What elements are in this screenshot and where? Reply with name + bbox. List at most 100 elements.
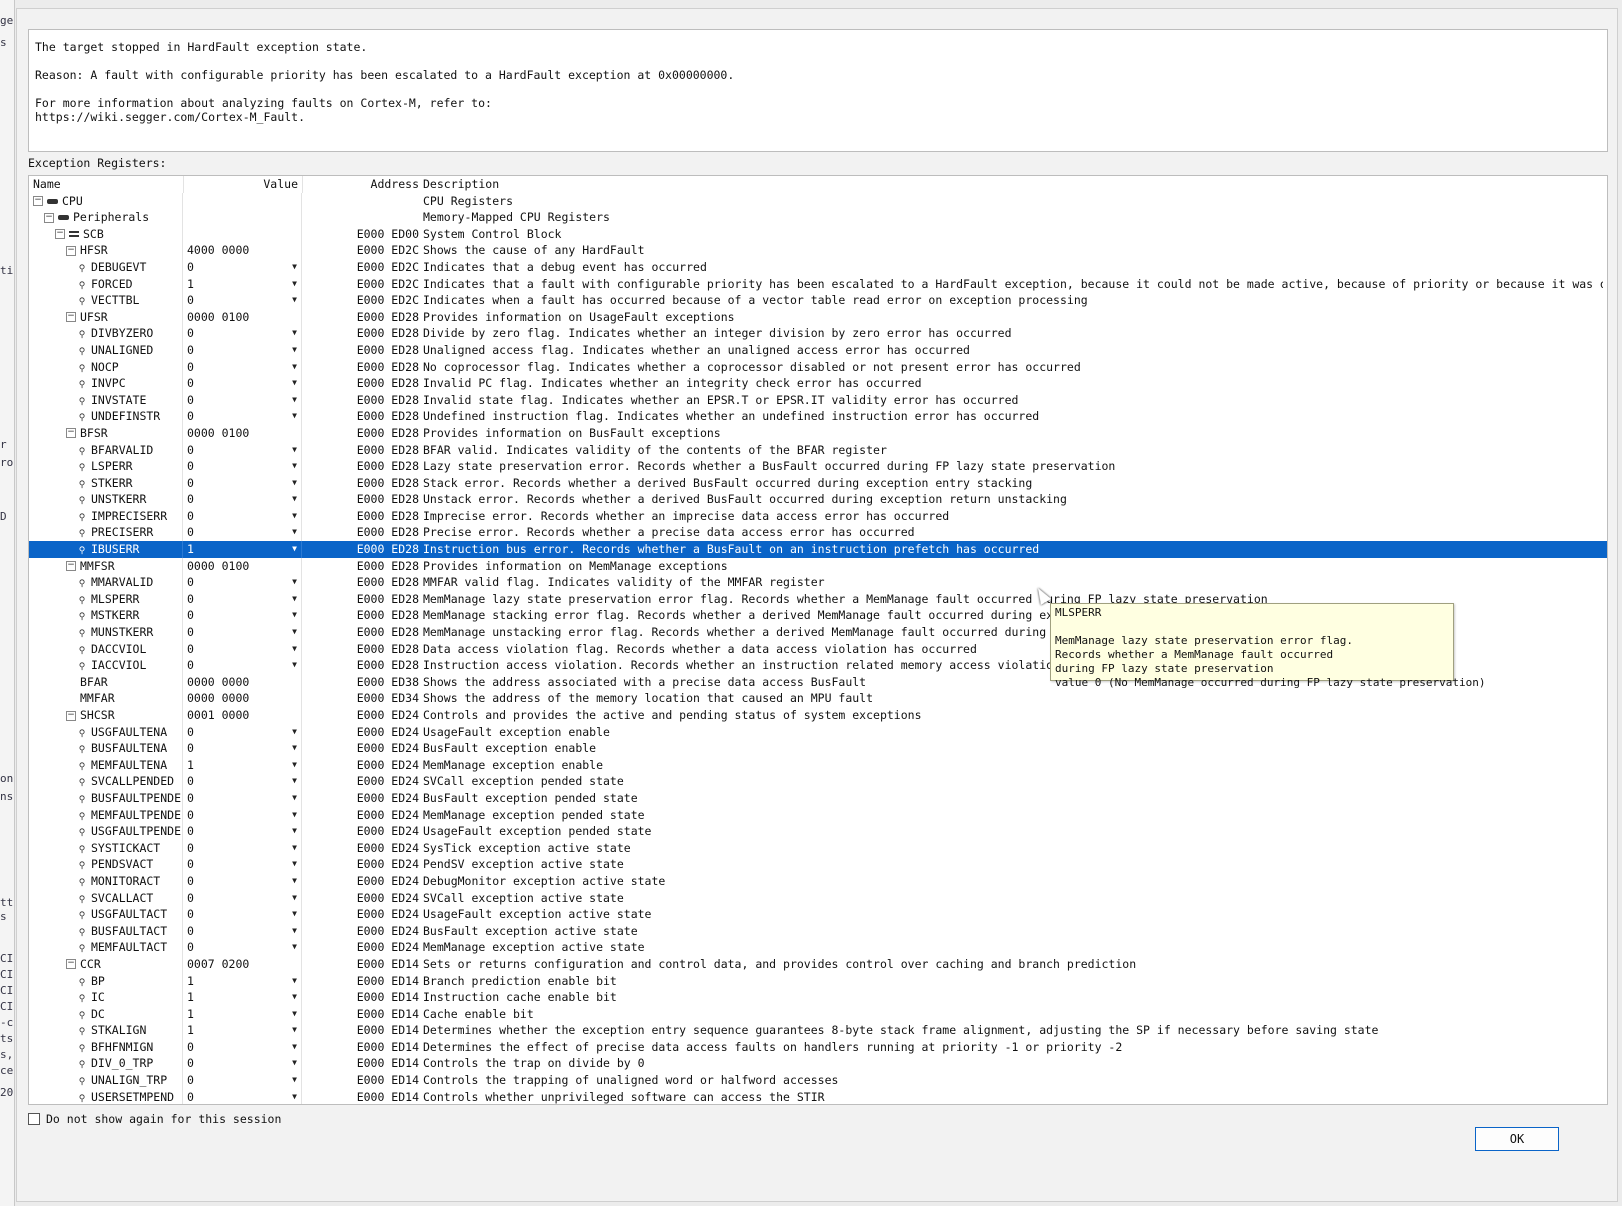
table-row[interactable]: ⚲ MEMFAULTENA 1 ▼ E000 ED24 MemManage excepti… bbox=[29, 756, 1607, 774]
collapse-toggle-icon[interactable]: − bbox=[55, 229, 65, 240]
cell-value[interactable]: 0 ▼ bbox=[184, 823, 302, 840]
cell-value[interactable]: 1 ▼ bbox=[184, 756, 302, 774]
dropdown-arrow-icon[interactable]: ▼ bbox=[292, 641, 297, 658]
table-row[interactable]: ⚲ PRECISERR 0 ▼ E000 ED28 Precise error. Reco… bbox=[29, 524, 1607, 542]
column-header-description[interactable]: Description bbox=[423, 176, 1603, 193]
cell-value[interactable]: 0 ▼ bbox=[184, 375, 302, 392]
dropdown-arrow-icon[interactable]: ▼ bbox=[292, 657, 297, 674]
dropdown-arrow-icon[interactable]: ▼ bbox=[292, 607, 297, 624]
cell-value[interactable]: 0 ▼ bbox=[184, 723, 302, 741]
cell-value[interactable]: 0 ▼ bbox=[184, 839, 302, 857]
dropdown-arrow-icon[interactable]: ▼ bbox=[292, 458, 297, 475]
dropdown-arrow-icon[interactable]: ▼ bbox=[292, 873, 297, 890]
dropdown-arrow-icon[interactable]: ▼ bbox=[292, 973, 297, 990]
table-row[interactable]: ⚲ SYSTICKACT 0 ▼ E000 ED24 SysTick exception … bbox=[29, 839, 1607, 857]
dropdown-arrow-icon[interactable]: ▼ bbox=[292, 740, 297, 757]
table-row[interactable]: ⚲ USGFAULTPENDE 0 ▼ E000 ED24 UsageFault exce… bbox=[29, 823, 1607, 840]
dropdown-arrow-icon[interactable]: ▼ bbox=[292, 1006, 297, 1023]
table-row[interactable]: ⚲ BUSFAULTPENDE 0 ▼ E000 ED24 BusFault except… bbox=[29, 789, 1607, 807]
dropdown-arrow-icon[interactable]: ▼ bbox=[292, 524, 297, 541]
collapse-toggle-icon[interactable]: − bbox=[66, 710, 76, 721]
dropdown-arrow-icon[interactable]: ▼ bbox=[292, 840, 297, 857]
dropdown-arrow-icon[interactable]: ▼ bbox=[292, 1089, 297, 1104]
table-row[interactable]: ⚲ DIV_0_TRP 0 ▼ E000 ED14 Controls the trap o… bbox=[29, 1055, 1607, 1073]
table-row[interactable]: ⚲ INVPC 0 ▼ E000 ED28 Invalid PC flag. Indica… bbox=[29, 375, 1607, 392]
cell-value[interactable]: 0 ▼ bbox=[184, 789, 302, 807]
dropdown-arrow-icon[interactable]: ▼ bbox=[292, 292, 297, 309]
column-header-value[interactable]: Value bbox=[184, 176, 303, 193]
cell-value[interactable]: 0 ▼ bbox=[184, 740, 302, 757]
table-row[interactable]: ⚲ UNALIGNED 0 ▼ E000 ED28 Unaligned access fl… bbox=[29, 341, 1607, 359]
do-not-show-again-option[interactable]: Do not show again for this session bbox=[28, 1112, 281, 1126]
table-row[interactable]: ⚲ BUSFAULTACT 0 ▼ E000 ED24 BusFault exceptio… bbox=[29, 922, 1607, 940]
table-row[interactable]: ⚲ IBUSERR 1 ▼ E000 ED28 Instruction bus error… bbox=[29, 541, 1607, 558]
cell-value[interactable]: 0 ▼ bbox=[184, 458, 302, 475]
table-row[interactable]: ⚲ MONITORACT 0 ▼ E000 ED24 DebugMonitor excep… bbox=[29, 872, 1607, 890]
table-row[interactable]: − MMFSR 0000 0100 E000 ED28 Provides informa… bbox=[29, 557, 1607, 575]
collapse-toggle-icon[interactable]: − bbox=[33, 196, 43, 207]
cell-value[interactable]: 0 ▼ bbox=[184, 325, 302, 342]
dropdown-arrow-icon[interactable]: ▼ bbox=[292, 342, 297, 359]
dropdown-arrow-icon[interactable]: ▼ bbox=[292, 276, 297, 293]
cell-value[interactable]: 1 ▼ bbox=[184, 275, 302, 293]
table-row[interactable]: ⚲ IMPRECISERR 0 ▼ E000 ED28 Imprecise error. … bbox=[29, 507, 1607, 525]
cell-value[interactable]: 0 ▼ bbox=[184, 507, 302, 525]
cell-value[interactable]: 0 ▼ bbox=[184, 939, 302, 956]
dropdown-arrow-icon[interactable]: ▼ bbox=[292, 906, 297, 923]
cell-value[interactable]: 0 ▼ bbox=[184, 657, 302, 674]
table-row[interactable]: ⚲ USGFAULTENA 0 ▼ E000 ED24 UsageFault except… bbox=[29, 723, 1607, 741]
dropdown-arrow-icon[interactable]: ▼ bbox=[292, 823, 297, 840]
cell-value[interactable]: 0 ▼ bbox=[184, 607, 302, 625]
cell-value[interactable]: 0 ▼ bbox=[184, 574, 302, 591]
cell-value[interactable]: 0 ▼ bbox=[184, 474, 302, 492]
collapse-toggle-icon[interactable]: − bbox=[66, 428, 76, 439]
table-row[interactable]: ⚲ NOCP 0 ▼ E000 ED28 No coprocessor flag. Ind… bbox=[29, 358, 1607, 376]
table-row[interactable]: ⚲ USGFAULTACT 0 ▼ E000 ED24 UsageFault except… bbox=[29, 906, 1607, 923]
cell-value[interactable]: 0 ▼ bbox=[184, 922, 302, 940]
table-row[interactable]: ⚲ INVSTATE 0 ▼ E000 ED28 Invalid state flag. … bbox=[29, 391, 1607, 409]
ok-button[interactable]: OK bbox=[1475, 1127, 1559, 1151]
cell-value[interactable]: 0 ▼ bbox=[184, 773, 302, 790]
dropdown-arrow-icon[interactable]: ▼ bbox=[292, 724, 297, 741]
dropdown-arrow-icon[interactable]: ▼ bbox=[292, 923, 297, 940]
cell-value[interactable]: 1 ▼ bbox=[184, 989, 302, 1006]
cell-value[interactable]: 0 ▼ bbox=[184, 258, 302, 276]
column-header-address[interactable]: Address bbox=[303, 176, 419, 193]
cell-value[interactable]: 0 ▼ bbox=[184, 906, 302, 923]
cell-value[interactable]: 1 ▼ bbox=[184, 1022, 302, 1039]
table-row[interactable]: ⚲ BUSFAULTENA 0 ▼ E000 ED24 BusFault exceptio… bbox=[29, 740, 1607, 757]
dropdown-arrow-icon[interactable]: ▼ bbox=[292, 1055, 297, 1072]
dropdown-arrow-icon[interactable]: ▼ bbox=[292, 442, 297, 459]
dropdown-arrow-icon[interactable]: ▼ bbox=[292, 1022, 297, 1039]
dropdown-arrow-icon[interactable]: ▼ bbox=[292, 541, 297, 558]
dropdown-arrow-icon[interactable]: ▼ bbox=[292, 475, 297, 492]
dropdown-arrow-icon[interactable]: ▼ bbox=[292, 359, 297, 376]
table-row[interactable]: ⚲ BP 1 ▼ E000 ED14 Branch prediction enable b… bbox=[29, 972, 1607, 990]
table-row[interactable]: ⚲ PENDSVACT 0 ▼ E000 ED24 PendSV exception ac… bbox=[29, 856, 1607, 873]
cell-value[interactable]: 0 ▼ bbox=[184, 872, 302, 890]
table-row[interactable]: ⚲ STKALIGN 1 ▼ E000 ED14 Determines whether t… bbox=[29, 1022, 1607, 1039]
cell-value[interactable]: 1 ▼ bbox=[184, 1005, 302, 1023]
table-row[interactable]: ⚲ FORCED 1 ▼ E000 ED2C Indicates that a fault… bbox=[29, 275, 1607, 293]
table-row[interactable]: ⚲ DIVBYZERO 0 ▼ E000 ED28 Divide by zero flag… bbox=[29, 325, 1607, 342]
dropdown-arrow-icon[interactable]: ▼ bbox=[292, 989, 297, 1006]
dropdown-arrow-icon[interactable]: ▼ bbox=[292, 1039, 297, 1056]
dropdown-arrow-icon[interactable]: ▼ bbox=[292, 939, 297, 956]
table-row[interactable]: − Peripherals Memory-Mapped CPU Registers bbox=[29, 209, 1607, 226]
table-row[interactable]: ⚲ SVCALLPENDED 0 ▼ E000 ED24 SVCall exception… bbox=[29, 773, 1607, 790]
table-row[interactable]: − HFSR 4000 0000 E000 ED2C Shows the cause o… bbox=[29, 242, 1607, 259]
dropdown-arrow-icon[interactable]: ▼ bbox=[292, 325, 297, 342]
cell-value[interactable]: 0 ▼ bbox=[184, 491, 302, 508]
dropdown-arrow-icon[interactable]: ▼ bbox=[292, 624, 297, 641]
cell-value[interactable]: 0 ▼ bbox=[184, 441, 302, 459]
collapse-toggle-icon[interactable]: − bbox=[66, 959, 76, 970]
dropdown-arrow-icon[interactable]: ▼ bbox=[292, 574, 297, 591]
table-row[interactable]: − UFSR 0000 0100 E000 ED28 Provides informat… bbox=[29, 308, 1607, 326]
cell-value[interactable]: 0 ▼ bbox=[184, 806, 302, 824]
table-row[interactable]: − SCB E000 ED00 System Control Block bbox=[29, 225, 1607, 243]
dropdown-arrow-icon[interactable]: ▼ bbox=[292, 375, 297, 392]
table-row[interactable]: − CCR 0007 0200 E000 ED14 Sets or returns co… bbox=[29, 955, 1607, 973]
table-row[interactable]: − BFSR 0000 0100 E000 ED28 Provides informat… bbox=[29, 424, 1607, 442]
table-row[interactable]: ⚲ UNALIGN_TRP 0 ▼ E000 ED14 Controls the trap… bbox=[29, 1072, 1607, 1089]
table-row[interactable]: − CPU CPU Registers bbox=[29, 192, 1607, 210]
